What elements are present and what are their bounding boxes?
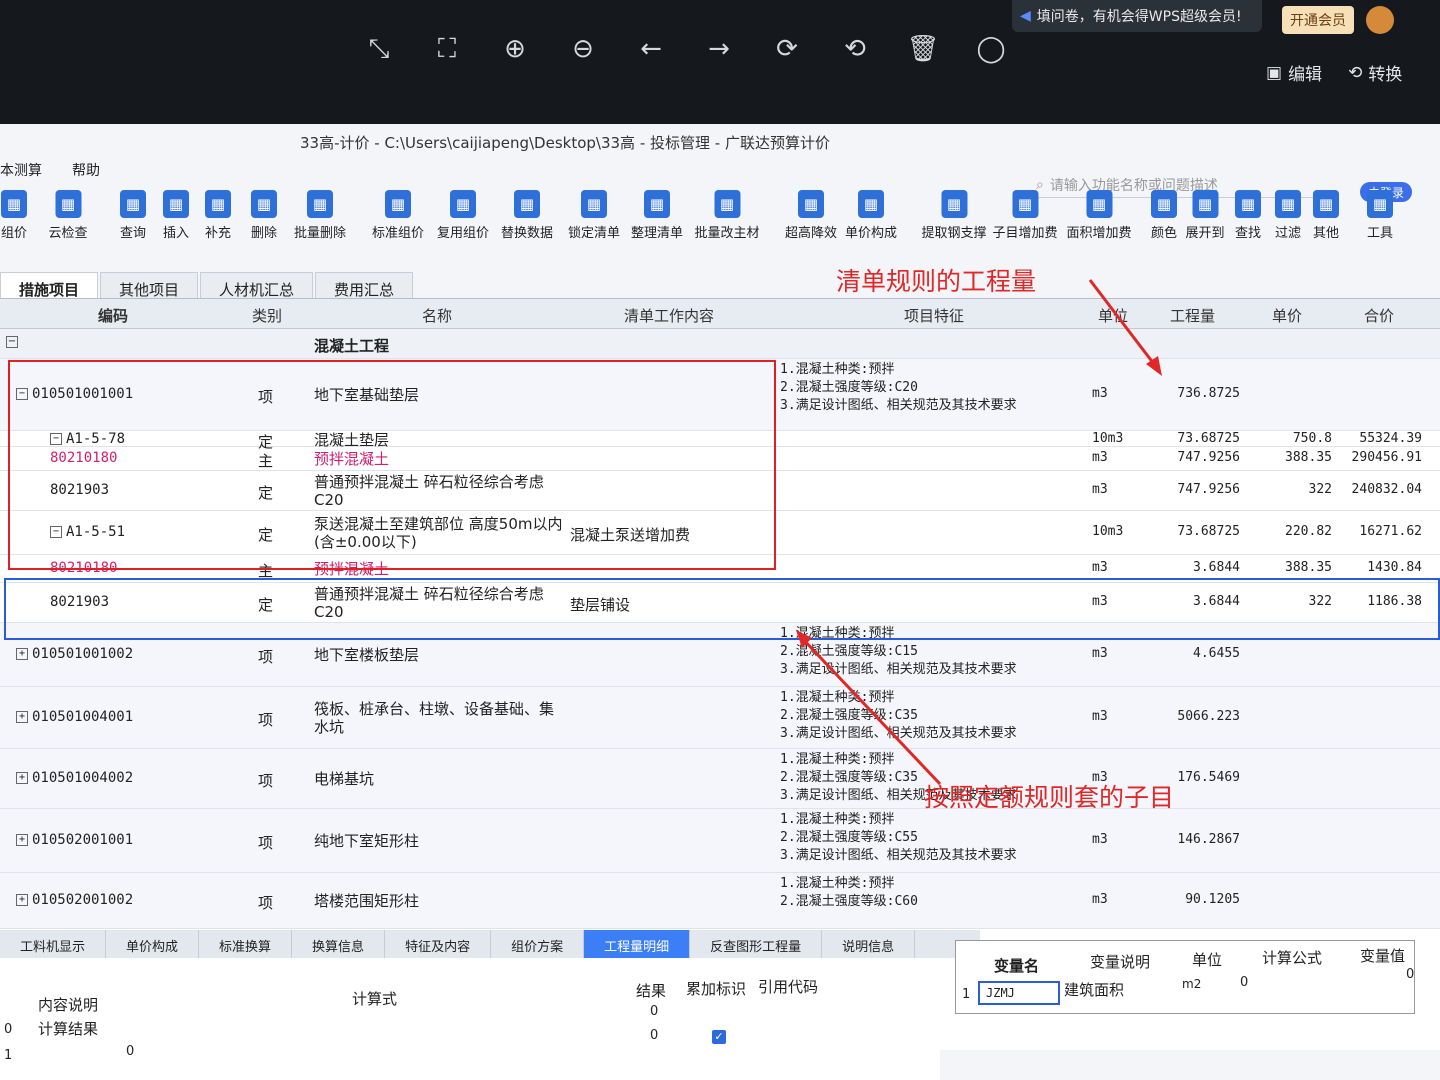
detail-result-value: 0 <box>650 1028 659 1043</box>
bottom-tab[interactable]: 特征及内容 <box>385 930 492 958</box>
bottom-tab[interactable]: 工料机显示 <box>0 930 107 958</box>
var-col-formula: 计算公式 <box>1262 949 1323 967</box>
var-formula-cell[interactable]: 0 <box>1240 975 1248 990</box>
var-unit-cell[interactable]: m2 <box>1182 977 1201 991</box>
viewer-toolbar: ⤡ ⛶ ⊕ ⊖ ← → ⟳ ⟲ 🗑 ◯ <box>360 30 1010 68</box>
edit-icon: ▣ <box>1266 62 1283 83</box>
detail-col-accum: 累加标识 <box>686 980 747 998</box>
detail-col-result: 结果 <box>636 982 667 1000</box>
rotate-left-icon[interactable]: ⟲ <box>836 30 874 68</box>
bottom-tab[interactable]: 单价构成 <box>106 930 200 958</box>
var-col-value: 变量值 <box>1360 947 1406 965</box>
rotate-right-icon[interactable]: ⟳ <box>768 30 806 68</box>
bottom-tab[interactable]: 工程量明细 <box>584 930 691 958</box>
next-icon[interactable]: → <box>700 30 738 68</box>
detail-result-value: 0 <box>650 1004 659 1019</box>
wps-notice[interactable]: ◀ 填问卷，有机会得WPS超级会员! <box>1012 0 1262 32</box>
var-col-name: 变量名 <box>994 957 1040 975</box>
var-row-index: 1 <box>962 987 971 1002</box>
info-icon[interactable]: ◯ <box>972 30 1010 68</box>
edit-label: 编辑 <box>1288 65 1323 85</box>
avatar[interactable] <box>1366 6 1394 34</box>
bottom-tab[interactable]: 标准换算 <box>199 930 293 958</box>
var-col-unit: 单位 <box>1192 951 1223 969</box>
variables-panel: 变量名 变量说明 单位 计算公式 变量值 1 JZMJ 建筑面积 m2 0 0 <box>955 940 1415 1014</box>
detail-cell-value[interactable]: 0 <box>126 1044 134 1059</box>
detail-col-ref: 引用代码 <box>758 978 819 996</box>
bottom-tab[interactable]: 换算信息 <box>292 930 386 958</box>
prev-icon[interactable]: ← <box>632 30 670 68</box>
fit-screen-icon[interactable]: ⤡ <box>360 30 398 68</box>
detail-row-index: 0 <box>4 1022 13 1037</box>
var-value-cell[interactable]: 0 <box>1406 967 1414 982</box>
delete-icon[interactable]: 🗑 <box>904 30 942 68</box>
vip-button[interactable]: 开通会员 <box>1282 6 1354 34</box>
detail-col-formula: 计算式 <box>352 990 398 1008</box>
bottom-tab[interactable]: 说明信息 <box>822 930 916 958</box>
quantity-detail-panel: 计算式 结果 累加标识 引用代码 内容说明 计算结果 0 1 0 0 0 ✓ <box>0 958 940 1080</box>
viewer-actions: ▣ 编辑 ⟲ 转换 <box>1266 60 1403 86</box>
var-col-desc: 变量说明 <box>1090 953 1151 971</box>
bottom-tab[interactable]: 反查图形工程量 <box>690 930 823 958</box>
detail-row-result: 计算结果 <box>38 1020 99 1038</box>
bottom-tab[interactable]: 组价方案 <box>491 930 585 958</box>
fullscreen-icon[interactable]: ⛶ <box>428 30 466 68</box>
detail-row-desc: 内容说明 <box>38 996 99 1014</box>
speaker-icon: ◀ <box>1020 8 1031 24</box>
accum-checkbox[interactable]: ✓ <box>712 1030 726 1044</box>
zoom-in-icon[interactable]: ⊕ <box>496 30 534 68</box>
convert-label: 转换 <box>1368 65 1403 85</box>
bottom-tabs: 工料机显示 单价构成 标准换算 换算信息 特征及内容 组价方案 工程量明细 反查图形工程量 说明… <box>0 930 980 958</box>
zoom-out-icon[interactable]: ⊖ <box>564 30 602 68</box>
wps-notice-text: 填问卷，有机会得WPS超级会员! <box>1036 9 1242 25</box>
var-desc-cell[interactable]: 建筑面积 <box>1064 979 1124 1000</box>
detail-row-index: 1 <box>4 1048 13 1063</box>
edit-button[interactable]: ▣ 编辑 <box>1266 60 1323 86</box>
convert-button[interactable]: ⟲ 转换 <box>1348 60 1403 86</box>
var-name-cell[interactable]: JZMJ <box>978 981 1060 1005</box>
convert-icon: ⟲ <box>1348 62 1363 83</box>
